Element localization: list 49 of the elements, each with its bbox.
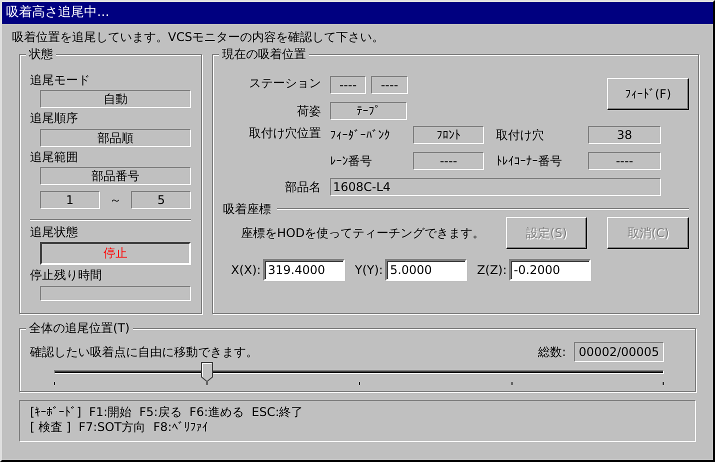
field-label: 追尾順序 bbox=[30, 111, 79, 126]
coordinate-field[interactable]: 5.0000 bbox=[384, 259, 467, 282]
window-title: 吸着高さ追尾中... bbox=[2, 2, 713, 24]
status-display: 停止 bbox=[40, 242, 191, 266]
value-display: 部品番号 bbox=[40, 166, 191, 185]
field-label: 追尾範囲 bbox=[30, 150, 79, 164]
field-label: ﾌｨｰﾀﾞｰﾊﾞﾝｸ bbox=[330, 128, 391, 142]
range-end-display: 5 bbox=[131, 190, 191, 209]
value-display: 部品順 bbox=[40, 128, 191, 147]
value-display: ﾌﾛﾝﾄ bbox=[413, 126, 484, 144]
total-label: 総数: bbox=[538, 344, 566, 359]
slider[interactable] bbox=[54, 362, 664, 382]
range-separator: ～ bbox=[108, 192, 122, 208]
slider-thumb[interactable] bbox=[200, 362, 212, 382]
range-start-display: 1 bbox=[40, 190, 100, 209]
axis-label: X(X): bbox=[231, 262, 261, 278]
axis-label: Y(Y): bbox=[354, 262, 383, 278]
field-label: 取付け穴 bbox=[495, 128, 545, 142]
help-text: [ｷｰﾎﾞｰﾄﾞ] F1:開始 F5:戻る F6:進める ESC:終了 bbox=[30, 405, 304, 420]
value-display: 自動 bbox=[40, 90, 191, 108]
value-display: ---- bbox=[371, 76, 408, 94]
value-display: 1608C-L4 bbox=[330, 178, 661, 196]
group-title: 全体の追尾位置(T) bbox=[26, 321, 133, 336]
field-label: ステーション bbox=[248, 76, 321, 90]
field-label: 追尾モード bbox=[30, 72, 91, 88]
value-display: ---- bbox=[413, 152, 484, 170]
group-title: 状態 bbox=[26, 47, 56, 62]
value-display: ---- bbox=[588, 152, 661, 170]
coordinate-field[interactable]: -0.2000 bbox=[508, 259, 591, 282]
section-title: 吸着座標 bbox=[223, 202, 271, 216]
value-display: 38 bbox=[588, 126, 661, 144]
group-title: 現在の吸着位置 bbox=[219, 47, 309, 62]
field-label: ﾄﾚｲｺｰﾅｰ番号 bbox=[495, 154, 563, 168]
hint-text: 座標をHODを使ってティーチングできます。 bbox=[241, 226, 486, 240]
hint-text: 確認したい吸着点に自由に移動できます。 bbox=[30, 344, 258, 359]
field-label: 取付け穴位置 bbox=[248, 126, 321, 140]
coordinate-field[interactable]: 319.4000 bbox=[262, 259, 345, 282]
feed-button[interactable]: ﾌｨｰﾄﾞ(F) bbox=[607, 78, 689, 110]
help-text: [ 検査 ] F7:SOT方向 F8:ﾍﾞﾘﾌｧｲ bbox=[30, 420, 208, 434]
instruction-text: 吸着位置を追尾しています。VCSモニターの内容を確認して下さい。 bbox=[12, 30, 384, 44]
field-label: ﾚｰﾝ番号 bbox=[330, 154, 373, 168]
total-display: 00002/00005 bbox=[574, 342, 664, 362]
field-label: 荷姿 bbox=[296, 104, 321, 118]
field-label: 追尾状態 bbox=[30, 224, 79, 240]
axis-label: Z(Z): bbox=[476, 262, 507, 278]
value-display: ﾃｰﾌﾟ bbox=[330, 102, 407, 120]
field-label: 部品名 bbox=[284, 180, 321, 194]
field-label: 停止残り時間 bbox=[30, 268, 103, 283]
value-display: ---- bbox=[330, 76, 366, 94]
